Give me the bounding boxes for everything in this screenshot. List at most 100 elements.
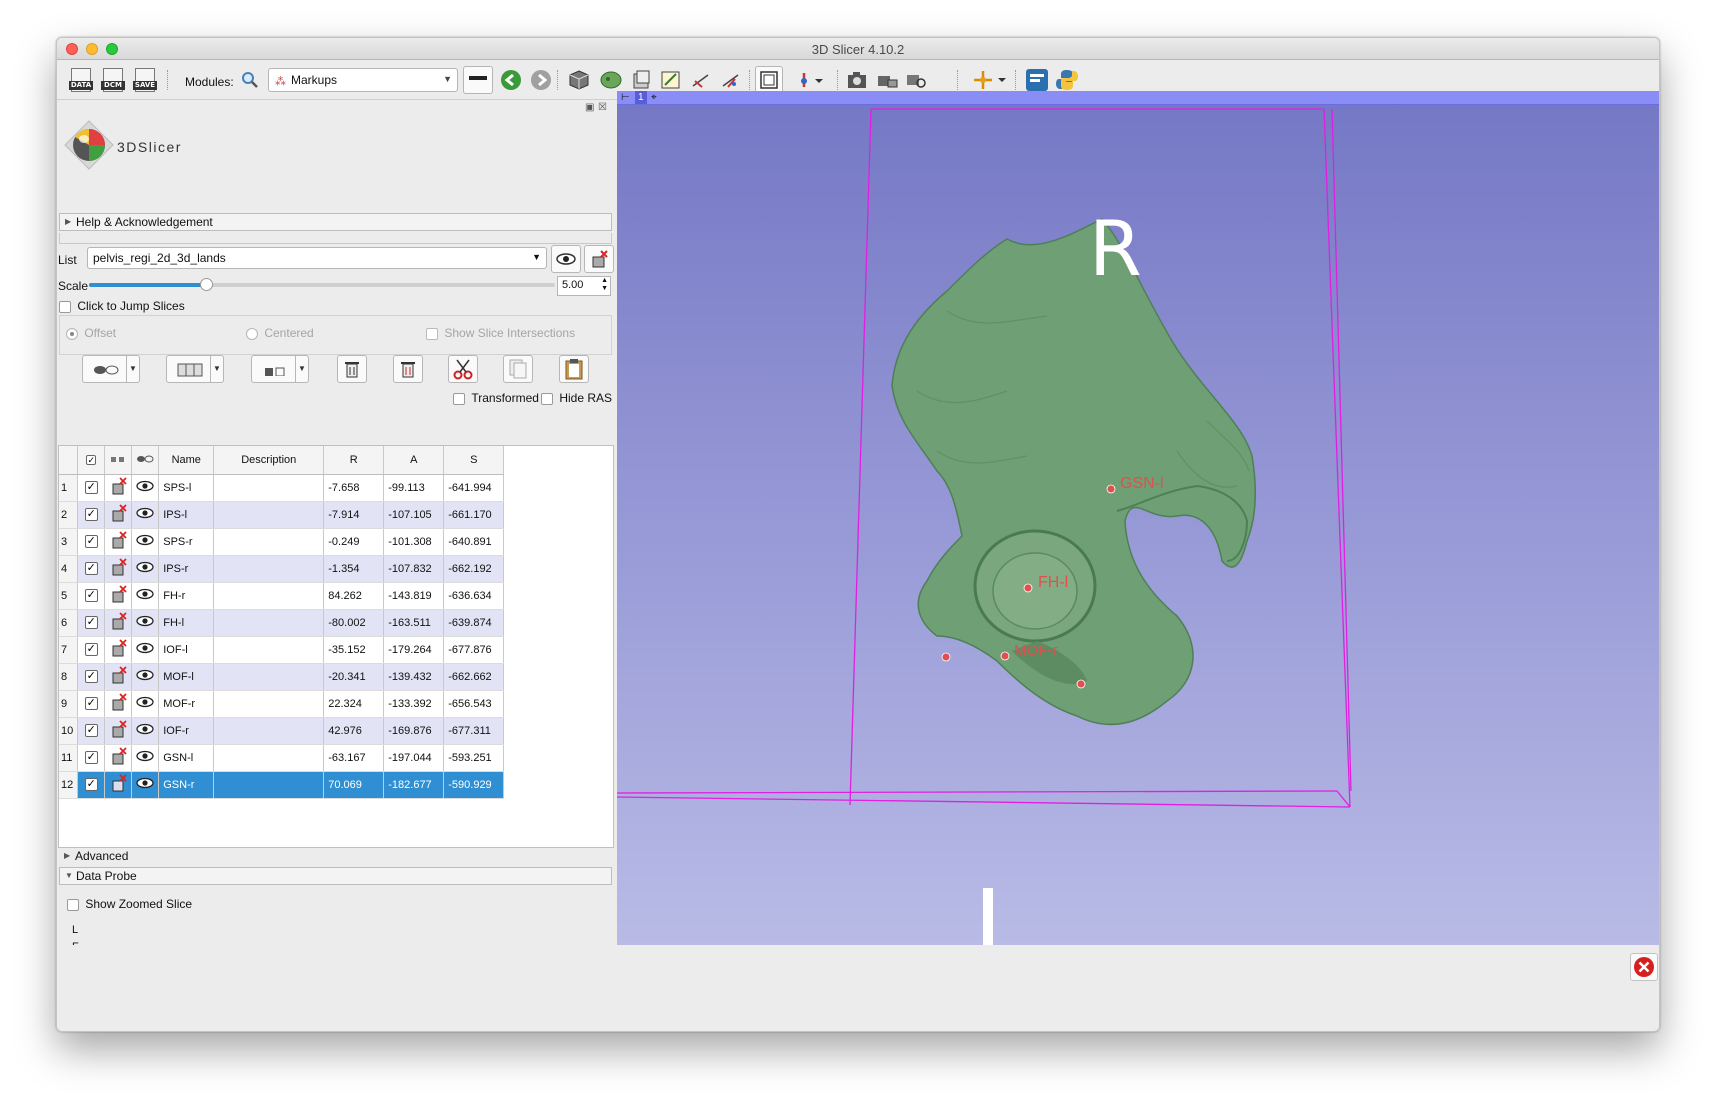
row-visibility-cell[interactable]	[131, 474, 160, 502]
row-description[interactable]	[213, 501, 325, 529]
table-row[interactable]: 4 ✓ IPS-r -1.354 -107.832 -662.192	[59, 555, 505, 583]
row-s-value[interactable]: -593.251	[443, 744, 505, 772]
table-row[interactable]: 6 ✓ FH-l -80.002 -163.511 -639.874	[59, 609, 505, 637]
row-lock-cell[interactable]	[104, 771, 133, 799]
row-select-checkbox[interactable]: ✓	[84, 616, 98, 629]
table-row[interactable]: 1 ✓ SPS-l -7.658 -99.113 -641.994	[59, 474, 505, 502]
scene-view-button[interactable]	[873, 66, 901, 94]
table-row[interactable]: 12 ✓ GSN-r 70.069 -182.677 -590.929	[59, 771, 505, 799]
load-dicom-button[interactable]: DCM	[99, 66, 127, 94]
row-visibility-cell[interactable]	[131, 717, 160, 745]
row-lock-cell[interactable]	[104, 744, 133, 772]
row-select-checkbox[interactable]: ✓	[84, 778, 98, 791]
row-lock-cell[interactable]	[104, 582, 133, 610]
row-r-value[interactable]: 84.262	[323, 582, 385, 610]
toggle-list-lock-button[interactable]	[584, 245, 614, 273]
offset-radio[interactable]	[66, 327, 78, 340]
cut-button[interactable]	[448, 355, 478, 383]
load-data-button[interactable]: DATA	[67, 66, 95, 94]
hide-ras-checkbox[interactable]	[541, 392, 553, 405]
module-selector[interactable]: ⁂ Markups ▼	[268, 68, 458, 92]
row-r-value[interactable]: -7.658	[323, 474, 385, 502]
row-description[interactable]	[213, 636, 325, 664]
row-r-value[interactable]: -1.354	[323, 555, 385, 583]
row-select-cell[interactable]: ✓	[77, 771, 106, 799]
visibility-combo-button[interactable]: ▼	[82, 355, 140, 383]
scale-slider-handle[interactable]	[199, 278, 213, 291]
centered-option[interactable]: Centered	[246, 326, 314, 340]
help-acknowledgement-section[interactable]: ▶ Help & Acknowledgement	[59, 213, 612, 231]
row-r-value[interactable]: 70.069	[323, 771, 385, 799]
row-name[interactable]: MOF-r	[158, 690, 215, 718]
row-select-cell[interactable]: ✓	[77, 663, 106, 691]
transformed-checkbox[interactable]	[453, 392, 465, 405]
row-description[interactable]	[213, 690, 325, 718]
row-a-value[interactable]: -107.105	[383, 501, 445, 529]
table-row[interactable]: 10 ✓ IOF-r 42.976 -169.876 -677.311	[59, 717, 505, 745]
row-description[interactable]	[213, 663, 325, 691]
row-a-value[interactable]: -197.044	[383, 744, 445, 772]
row-select-checkbox[interactable]: ✓	[84, 481, 98, 494]
row-s-value[interactable]: -662.192	[443, 555, 505, 583]
row-select-cell[interactable]: ✓	[77, 717, 106, 745]
row-r-value[interactable]: -35.152	[323, 636, 385, 664]
row-visibility-cell[interactable]	[131, 690, 160, 718]
r-column-header[interactable]: R	[323, 446, 385, 475]
landmark-gsn-l[interactable]	[1106, 484, 1116, 494]
row-description[interactable]	[213, 609, 325, 637]
row-select-cell[interactable]: ✓	[77, 528, 106, 556]
row-description[interactable]	[213, 717, 325, 745]
row-visibility-cell[interactable]	[131, 501, 160, 529]
transformed-option[interactable]: Transformed	[453, 391, 539, 405]
row-name[interactable]: FH-r	[158, 582, 215, 610]
row-description[interactable]	[213, 771, 325, 799]
copy-button[interactable]	[503, 355, 533, 383]
row-r-value[interactable]: -20.341	[323, 663, 385, 691]
row-visibility-cell[interactable]	[131, 528, 160, 556]
delete-all-button[interactable]	[393, 355, 423, 383]
table-row[interactable]: 11 ✓ GSN-l -63.167 -197.044 -593.251	[59, 744, 505, 772]
spin-arrows-icon[interactable]: ▲ ▼	[601, 277, 608, 293]
row-select-cell[interactable]: ✓	[77, 582, 106, 610]
jump-slices-option[interactable]: Click to Jump Slices	[59, 299, 185, 313]
slice-intersections-checkbox[interactable]	[426, 327, 438, 340]
table-row[interactable]: 9 ✓ MOF-r 22.324 -133.392 -656.543	[59, 690, 505, 718]
models-module-button[interactable]	[627, 66, 655, 94]
row-lock-cell[interactable]	[104, 555, 133, 583]
row-description[interactable]	[213, 744, 325, 772]
row-name[interactable]: IOF-l	[158, 636, 215, 664]
row-s-value[interactable]: -636.634	[443, 582, 505, 610]
row-s-value[interactable]: -662.662	[443, 663, 505, 691]
table-row[interactable]: 8 ✓ MOF-l -20.341 -139.432 -662.662	[59, 663, 505, 691]
row-s-value[interactable]: -677.311	[443, 717, 505, 745]
row-r-value[interactable]: -0.249	[323, 528, 385, 556]
row-r-value[interactable]: -7.914	[323, 501, 385, 529]
row-visibility-cell[interactable]	[131, 609, 160, 637]
scale-spinbox[interactable]: 5.00 ▲ ▼	[557, 276, 611, 296]
row-a-value[interactable]: -169.876	[383, 717, 445, 745]
row-name[interactable]: IOF-r	[158, 717, 215, 745]
error-log-button[interactable]	[1630, 953, 1658, 981]
paste-button[interactable]	[559, 355, 589, 383]
landmark-fh-l[interactable]	[1023, 583, 1033, 593]
hide-ras-option[interactable]: Hide RAS	[541, 391, 612, 405]
row-name[interactable]: IPS-r	[158, 555, 215, 583]
delete-markup-button[interactable]	[337, 355, 367, 383]
row-visibility-cell[interactable]	[131, 582, 160, 610]
row-name[interactable]: MOF-l	[158, 663, 215, 691]
row-r-value[interactable]: -63.167	[323, 744, 385, 772]
row-a-value[interactable]: -179.264	[383, 636, 445, 664]
select-all-header[interactable]: ✓	[77, 446, 106, 475]
row-visibility-cell[interactable]	[131, 636, 160, 664]
previous-module-button[interactable]	[497, 66, 525, 94]
landmark-mof-l[interactable]	[941, 652, 951, 662]
row-s-value[interactable]: -641.994	[443, 474, 505, 502]
row-lock-cell[interactable]	[104, 609, 133, 637]
row-lock-cell[interactable]	[104, 717, 133, 745]
panel-close-icon[interactable]: ☒	[598, 102, 607, 113]
row-a-value[interactable]: -139.432	[383, 663, 445, 691]
row-select-checkbox[interactable]: ✓	[84, 751, 98, 764]
row-name[interactable]: FH-l	[158, 609, 215, 637]
row-description[interactable]	[213, 474, 325, 502]
row-a-value[interactable]: -107.832	[383, 555, 445, 583]
